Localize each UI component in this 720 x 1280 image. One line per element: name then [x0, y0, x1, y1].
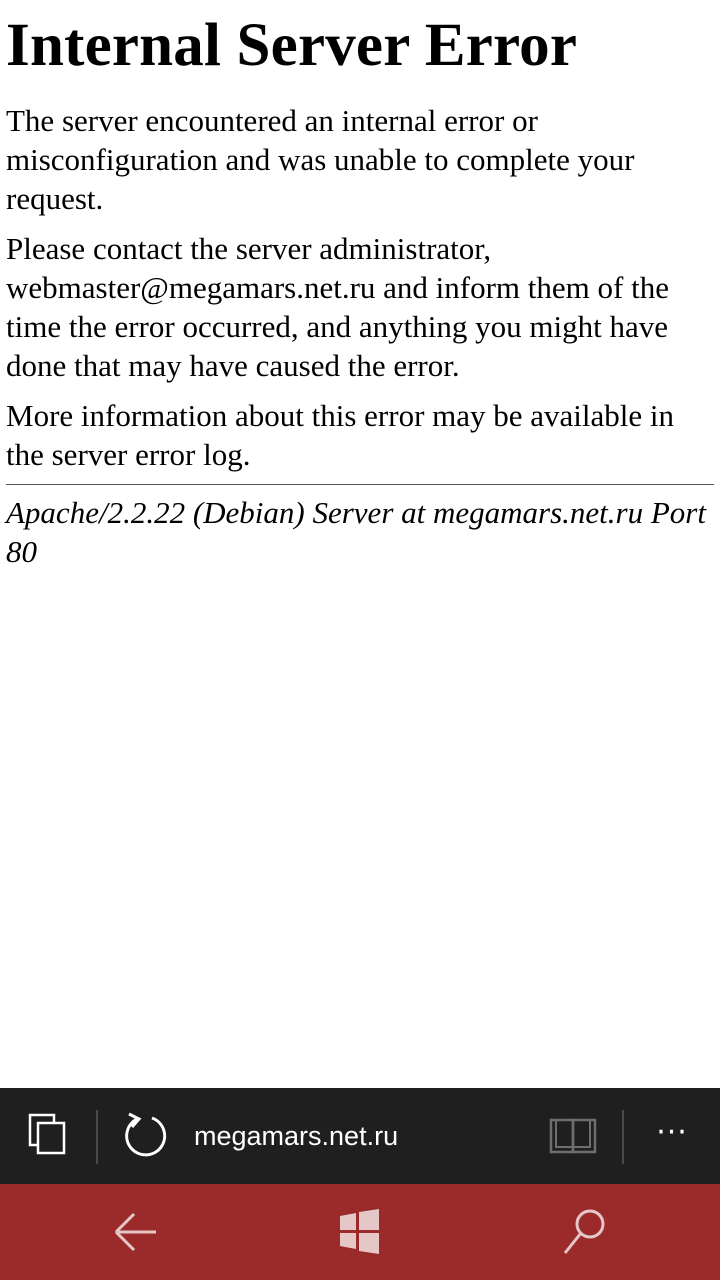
contact-admin-text: Please contact the server administrator,…	[6, 231, 669, 383]
url-field[interactable]: megamars.net.ru	[194, 1118, 398, 1154]
reading-view-icon	[549, 1118, 597, 1154]
more-icon: ···	[656, 1115, 688, 1150]
search-icon	[563, 1209, 605, 1254]
search-button[interactable]	[556, 1206, 612, 1258]
server-signature: Apache/2.2.22 (Debian) Server at megamar…	[6, 495, 706, 569]
refresh-icon	[125, 1112, 167, 1157]
refresh-button[interactable]	[120, 1110, 172, 1162]
reading-view-button[interactable]	[546, 1116, 600, 1156]
back-button[interactable]	[108, 1206, 164, 1258]
toolbar-separator	[96, 1110, 98, 1164]
back-arrow-icon	[114, 1212, 156, 1252]
page-title: Internal Server Error	[6, 12, 578, 79]
tabs-button[interactable]	[22, 1112, 74, 1160]
windows-logo-icon	[340, 1209, 379, 1254]
toolbar-separator	[622, 1110, 624, 1164]
tabs-icon	[28, 1113, 66, 1155]
error-description: The server encountered an internal error…	[6, 103, 635, 216]
more-button[interactable]: ···	[650, 1118, 694, 1154]
navigation-bar	[0, 1184, 720, 1280]
start-button[interactable]	[332, 1206, 388, 1258]
error-log-text: More information about this error may be…	[6, 398, 675, 472]
browser-address-bar: megamars.net.ru ···	[0, 1088, 720, 1184]
divider	[6, 484, 714, 485]
error-page: Internal Server Error The server encount…	[0, 0, 720, 1088]
